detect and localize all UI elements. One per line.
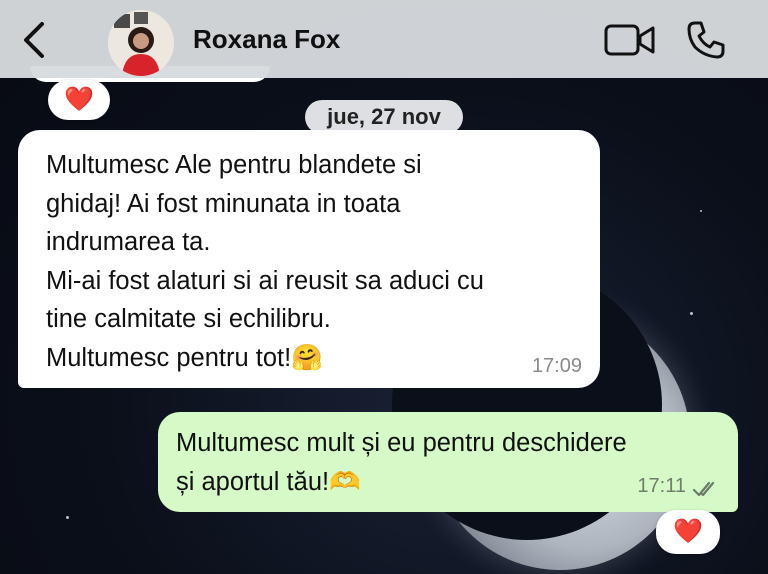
reaction-badge[interactable]: ❤️ xyxy=(48,80,110,120)
contact-name[interactable]: Roxana Fox xyxy=(193,24,340,55)
video-call-button[interactable] xyxy=(604,24,656,56)
date-separator: jue, 27 nov xyxy=(305,100,463,134)
chat-header: Roxana Fox xyxy=(0,0,768,78)
message-time: 17:11 xyxy=(637,475,686,497)
back-button[interactable] xyxy=(18,20,54,60)
double-check-icon xyxy=(692,481,715,497)
reaction-badge[interactable]: ❤️ xyxy=(656,510,720,554)
heart-icon: ❤️ xyxy=(673,518,703,545)
star xyxy=(700,210,702,212)
heart-icon: ❤️ xyxy=(64,86,94,113)
phone-call-button[interactable] xyxy=(686,20,726,60)
video-call-icon xyxy=(604,24,655,56)
message-text: Multumesc Ale pentru blandete si ghidaj!… xyxy=(46,151,484,372)
message-time: 17:09 xyxy=(531,355,582,377)
back-chevron-icon xyxy=(24,22,44,58)
star xyxy=(690,312,693,315)
incoming-message-bubble[interactable]: Multumesc Ale pentru blandete si ghidaj!… xyxy=(18,130,600,388)
star xyxy=(66,516,69,519)
outgoing-message-bubble[interactable]: Multumesc mult și eu pentru deschidere ș… xyxy=(158,412,738,512)
avatar[interactable] xyxy=(108,10,174,76)
phone-call-icon xyxy=(687,21,725,59)
